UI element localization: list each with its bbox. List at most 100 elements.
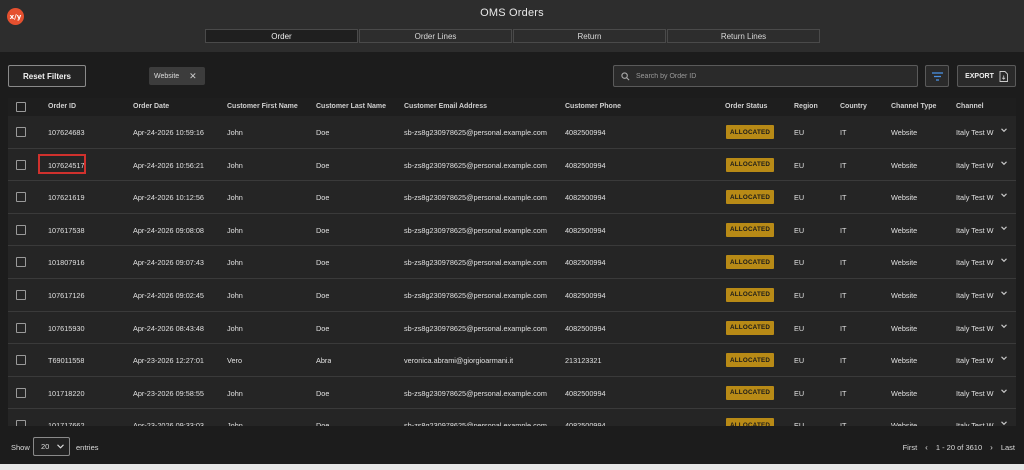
table-row[interactable]: 107617126 Apr-24-2026 09:02:45 John Doe sb-z…	[8, 279, 1016, 312]
first-page-link[interactable]: First	[903, 443, 918, 452]
order-date-cell: Apr-24-2026 10:59:16	[133, 128, 204, 137]
filter-chip-label: Website	[154, 72, 180, 80]
country-cell: IT	[840, 323, 847, 333]
row-checkbox[interactable]	[16, 159, 26, 170]
email-cell: sb-zs8g230978625@personal.example.com	[404, 128, 547, 137]
order-id-cell[interactable]: 101718220	[48, 389, 85, 398]
entries-label: entries	[76, 443, 99, 452]
status-badge: ALLOCATED	[726, 190, 775, 205]
search-input[interactable]	[636, 72, 896, 80]
app-title: OMS Orders	[480, 7, 544, 19]
country-cell: IT	[840, 356, 847, 366]
country-cell: IT	[840, 193, 847, 203]
chevron-down-icon[interactable]	[1000, 419, 1008, 426]
col-region[interactable]: Region	[794, 103, 818, 110]
prev-page-icon[interactable]: ‹	[925, 443, 928, 452]
table-row[interactable]: 101717662 Apr-23-2026 09:33:03 John Doe sb-z…	[8, 409, 1016, 426]
row-checkbox[interactable]	[16, 192, 26, 203]
chevron-down-icon[interactable]	[1000, 256, 1008, 264]
chevron-down-icon[interactable]	[1000, 224, 1008, 232]
order-id-cell[interactable]: 107621619	[48, 193, 85, 202]
table-row[interactable]: 107621619 Apr-24-2026 10:12:56 John Doe sb-z…	[8, 181, 1016, 214]
filter-button[interactable]	[925, 65, 949, 87]
channel-type-cell: Website	[891, 356, 918, 366]
table-row[interactable]: T69011558 Apr-23-2026 12:27:01 Vero Abra ver…	[8, 344, 1016, 377]
col-order-id[interactable]: Order ID	[48, 103, 76, 110]
channel-cell: Italy Test W	[956, 290, 994, 300]
tab-order[interactable]: Order	[205, 29, 358, 43]
order-id-cell[interactable]: 107624683	[48, 128, 85, 137]
row-checkbox[interactable]	[16, 355, 26, 366]
close-icon[interactable]: ✕	[189, 71, 197, 82]
tab-order-lines[interactable]: Order Lines	[359, 29, 512, 43]
first-name-cell: John	[227, 160, 243, 170]
phone-cell: 4082500994	[565, 128, 606, 137]
region-cell: EU	[794, 323, 805, 333]
region-cell: EU	[794, 290, 805, 300]
table-row[interactable]: 107624683 Apr-24-2026 10:59:16 John Doe sb-z…	[8, 116, 1016, 149]
reset-filters-button[interactable]: Reset Filters	[8, 65, 86, 87]
last-name-cell: Doe	[316, 193, 330, 203]
country-cell: IT	[840, 225, 847, 235]
chevron-down-icon[interactable]	[1000, 354, 1008, 362]
export-button[interactable]: EXPORT	[957, 65, 1016, 87]
last-name-cell: Doe	[316, 290, 330, 300]
select-all-checkbox[interactable]	[16, 102, 26, 112]
table-row[interactable]: 107617538 Apr-24-2026 09:08:08 John Doe sb-z…	[8, 214, 1016, 247]
table-row[interactable]: 101807916 Apr-24-2026 09:07:43 John Doe sb-z…	[8, 246, 1016, 279]
table-row[interactable]: 107615930 Apr-24-2026 08:43:48 John Doe sb-z…	[8, 312, 1016, 345]
email-cell: sb-zs8g230978625@personal.example.com	[404, 388, 547, 398]
row-checkbox[interactable]	[16, 224, 26, 235]
table-header: Order ID Order Date Customer First Name …	[8, 98, 1016, 116]
col-email[interactable]: Customer Email Address	[404, 103, 487, 110]
col-channel-type[interactable]: Channel Type	[891, 103, 936, 110]
region-cell: EU	[794, 193, 805, 203]
chevron-down-icon[interactable]	[1000, 387, 1008, 395]
order-id-cell[interactable]: 107615930	[48, 324, 85, 333]
row-checkbox[interactable]	[16, 257, 26, 268]
region-cell: EU	[794, 128, 805, 137]
region-cell: EU	[794, 388, 805, 398]
row-checkbox[interactable]	[16, 127, 26, 137]
filter-icon	[931, 71, 943, 81]
row-checkbox[interactable]	[16, 289, 26, 300]
col-first-name[interactable]: Customer First Name	[227, 103, 298, 110]
tab-return-lines[interactable]: Return Lines	[667, 29, 820, 43]
order-id-cell[interactable]: 107617538	[48, 226, 85, 235]
tab-return[interactable]: Return	[513, 29, 666, 43]
col-country[interactable]: Country	[840, 103, 867, 110]
col-status[interactable]: Order Status	[725, 103, 767, 110]
row-checkbox[interactable]	[16, 322, 26, 333]
export-label: EXPORT	[965, 72, 994, 80]
first-name-cell: John	[227, 388, 243, 398]
chevron-down-icon[interactable]	[1000, 322, 1008, 330]
phone-cell: 4082500994	[565, 160, 606, 170]
table-body: 107624683 Apr-24-2026 10:59:16 John Doe sb-z…	[8, 116, 1016, 426]
chevron-down-icon[interactable]	[1000, 159, 1008, 167]
email-cell: sb-zs8g230978625@personal.example.com	[404, 290, 547, 300]
last-page-link[interactable]: Last	[1001, 443, 1015, 452]
order-id-cell[interactable]: T69011558	[48, 356, 84, 365]
chevron-down-icon[interactable]	[1000, 126, 1008, 134]
phone-cell: 4082500994	[565, 323, 606, 333]
page-size-select[interactable]: 20	[33, 437, 70, 456]
last-name-cell: Doe	[316, 225, 330, 235]
order-date-cell: Apr-24-2026 09:08:08	[133, 225, 204, 235]
table-row[interactable]: 101718220 Apr-23-2026 09:58:55 John Doe sb-z…	[8, 377, 1016, 410]
channel-cell: Italy Test W	[956, 160, 994, 170]
next-page-icon[interactable]: ›	[990, 443, 993, 452]
table-row[interactable]: 107624517 Apr-24-2026 10:56:21 John Doe sb-z…	[8, 149, 1016, 182]
col-phone[interactable]: Customer Phone	[565, 103, 621, 110]
col-channel[interactable]: Channel	[956, 103, 984, 110]
order-date-cell: Apr-24-2026 10:12:56	[133, 193, 204, 203]
search-box[interactable]	[613, 65, 918, 87]
chevron-down-icon[interactable]	[1000, 191, 1008, 199]
phone-cell: 213123321	[565, 356, 602, 366]
chevron-down-icon[interactable]	[1000, 289, 1008, 297]
chevron-down-icon	[57, 444, 64, 449]
row-checkbox[interactable]	[16, 387, 26, 398]
order-id-cell[interactable]: 107617126	[48, 291, 85, 300]
col-order-date[interactable]: Order Date	[133, 103, 169, 110]
order-id-cell[interactable]: 101807916	[48, 258, 85, 267]
col-last-name[interactable]: Customer Last Name	[316, 103, 386, 110]
